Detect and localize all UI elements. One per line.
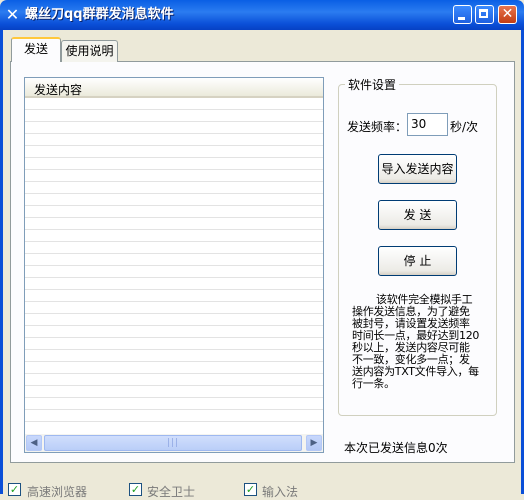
browser-checkbox[interactable]: ✓ — [8, 483, 21, 496]
browser-checkbox-label: 高速浏览器 — [27, 485, 88, 499]
chevron-right-icon: ▶ — [310, 438, 318, 448]
send-count-status: 本次已发送信息0次 — [344, 441, 448, 455]
list-header-label: 发送内容 — [34, 83, 83, 97]
input-method-checkbox-label: 输入法 — [262, 485, 299, 499]
checkmark-icon: ✓ — [9, 483, 20, 496]
window-title: 螺丝刀qq群群发消息软件 — [25, 7, 174, 22]
list-column-header[interactable]: 发送内容 — [25, 78, 323, 98]
chevron-left-icon: ◀ — [30, 438, 38, 448]
tab-help[interactable]: 使用说明 — [61, 40, 118, 62]
checkmark-icon: ✓ — [130, 483, 141, 496]
send-button[interactable]: 发 送 — [378, 200, 457, 230]
maximize-button[interactable] — [475, 5, 494, 24]
security-checkbox-label: 安全卫士 — [147, 485, 196, 499]
window-border-left — [0, 30, 3, 494]
stop-button[interactable]: 停 止 — [378, 246, 457, 276]
minimize-icon — [458, 17, 465, 20]
security-checkbox[interactable]: ✓ — [129, 483, 142, 496]
horizontal-scrollbar[interactable]: ◀ ||| ▶ — [25, 434, 323, 452]
scroll-left-button[interactable]: ◀ — [26, 435, 42, 451]
usage-notice: 该软件完全模拟手工操作发送信息，为了避免被封号，请设置发送频率时间长一点，最好达… — [352, 293, 480, 390]
screwdriver-icon: ✕ — [5, 5, 20, 24]
title-bar[interactable]: ✕ 螺丝刀qq群群发消息软件 ✕ — [0, 0, 524, 30]
close-icon: ✕ — [501, 6, 514, 22]
scroll-thumb[interactable]: ||| — [44, 435, 302, 451]
scroll-right-button[interactable]: ▶ — [306, 435, 322, 451]
content-list[interactable]: 发送内容 ◀ ||| ▶ — [24, 77, 324, 453]
grip-icon: ||| — [166, 438, 180, 448]
import-content-button[interactable]: 导入发送内容 — [378, 154, 457, 184]
close-button[interactable]: ✕ — [498, 5, 517, 24]
frequency-input[interactable]: 30 — [407, 113, 448, 136]
settings-group-title: 软件设置 — [345, 76, 400, 93]
input-method-checkbox[interactable]: ✓ — [244, 483, 257, 496]
maximize-icon — [479, 9, 488, 18]
frequency-label: 发送频率： — [347, 120, 408, 134]
checkmark-icon: ✓ — [245, 483, 256, 496]
tab-send[interactable]: 发送 — [11, 37, 61, 62]
minimize-button[interactable] — [453, 5, 472, 24]
list-body[interactable] — [25, 98, 323, 433]
frequency-unit: 秒/次 — [450, 120, 479, 134]
